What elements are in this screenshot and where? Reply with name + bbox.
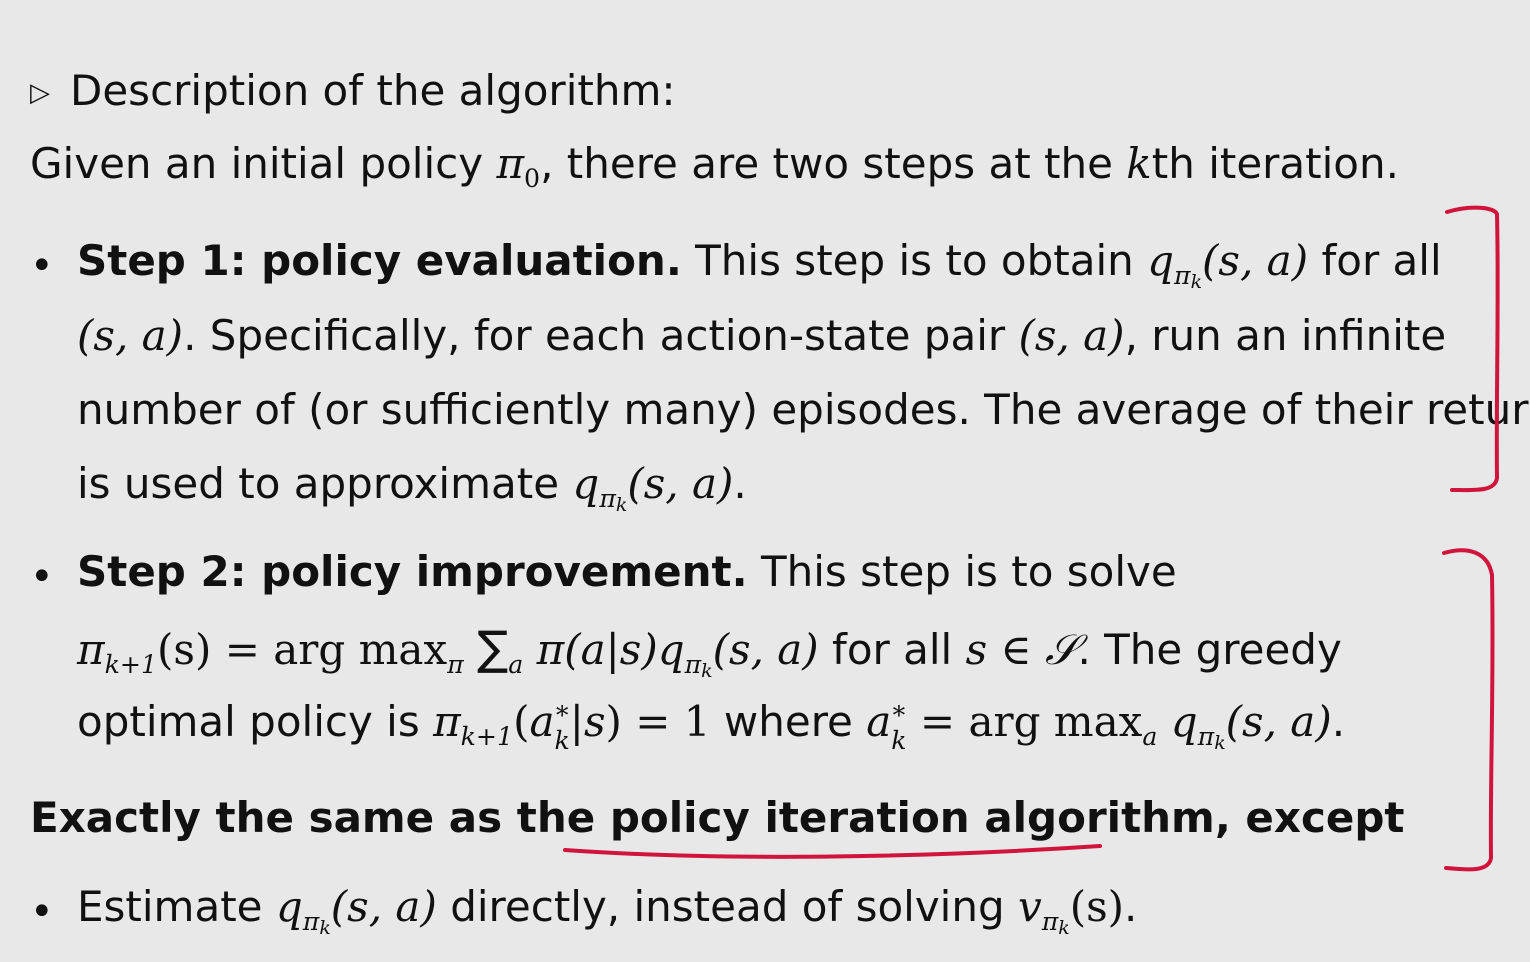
diff-line: Estimate qπk(s, a) directly, instead of … <box>77 886 1137 938</box>
policy-iteration-underline <box>563 844 1102 859</box>
intro-text-middle: , there are two steps at the <box>540 139 1127 188</box>
step1-line1-text: This step is to obtain <box>681 236 1148 285</box>
step2-bracket <box>1442 548 1495 872</box>
step2-line2-end: . The greedy <box>1077 625 1342 674</box>
step2-line3-end: . <box>1331 697 1346 747</box>
sa-pair: (s, a) <box>77 311 184 360</box>
step1-line2: (s, a). Specifically, for each action-st… <box>77 315 1446 357</box>
step2-title: Step 2: policy improvement. <box>77 547 748 596</box>
step2-line1-text: This step is to solve <box>747 547 1177 596</box>
step1-bracket <box>1445 205 1500 493</box>
intro-line: Given an initial policy π0, there are tw… <box>30 143 1399 191</box>
step2-line3-where: where <box>710 697 867 747</box>
optimal-action-expr: a * k = arg maxa qπk(s, a) <box>866 697 1332 755</box>
note-text-after: , except <box>1214 793 1405 842</box>
note-line: Exactly the same as the policy iteration… <box>30 797 1405 839</box>
step1-line1-end: for all <box>1308 236 1442 285</box>
diff-text-middle: directly, instead of solving <box>436 882 1018 931</box>
k-symbol: k <box>1126 139 1152 188</box>
q-pik-sa-2: qπk(s, a) <box>572 459 734 516</box>
intro-text-before: Given an initial policy <box>30 139 497 188</box>
q-pik-sa-3: qπk(s, a) <box>275 882 437 939</box>
step1-line4-end: . <box>733 459 747 508</box>
step2-line2-mid: for all <box>818 625 966 674</box>
step1-line2-mid: . Specifically, for each action-state pa… <box>183 311 1019 360</box>
greedy-policy-expr: πk+1(a * k |s) = 1 <box>433 697 711 755</box>
step2-line1: Step 2: policy improvement. This step is… <box>77 551 1177 593</box>
intro-text-after: th iteration. <box>1151 139 1399 188</box>
step1-line1: Step 1: policy evaluation. This step is … <box>77 240 1442 292</box>
diff-bullet: • <box>30 889 54 935</box>
policy-iteration-term: policy iteration algorithm <box>609 793 1215 842</box>
step1-line2-end: , run an infinite <box>1124 311 1447 360</box>
step1-line4-text: is used to approximate <box>77 459 573 508</box>
step2-line3-text: optimal policy is <box>77 697 434 747</box>
q-pik-sa: qπk(s, a) <box>1147 236 1309 293</box>
pi0-symbol: π0 <box>496 139 541 193</box>
step2-line2: πk+1(s) = arg maxπ ∑a π(a|s)qπk(s, a) fo… <box>77 621 1342 682</box>
step1-line4: is used to approximate qπk(s, a). <box>77 463 747 515</box>
section-heading: Description of the algorithm: <box>70 66 676 115</box>
sa-pair-2: (s, a) <box>1018 311 1125 360</box>
step1-bullet: • <box>30 243 54 289</box>
v-pik-s: vπk(s) <box>1017 882 1125 939</box>
step2-line3: optimal policy is πk+1(a * k |s) = 1 where … <box>77 697 1346 755</box>
step2-bullet: • <box>30 554 54 600</box>
step1-line3: number of (or sufficiently many) episode… <box>77 385 1530 434</box>
diff-text-end: . <box>1124 882 1138 931</box>
diff-text-before: Estimate <box>77 882 276 931</box>
policy-update-equation: πk+1(s) = arg maxπ ∑a π(a|s)qπk(s, a) <box>77 621 819 682</box>
triangle-marker-icon: ▷ <box>30 78 50 108</box>
step1-title: Step 1: policy evaluation. <box>77 236 682 285</box>
note-text-before: Exactly the same as the <box>30 793 610 842</box>
state-set: s ∈ 𝒮 <box>965 625 1078 674</box>
